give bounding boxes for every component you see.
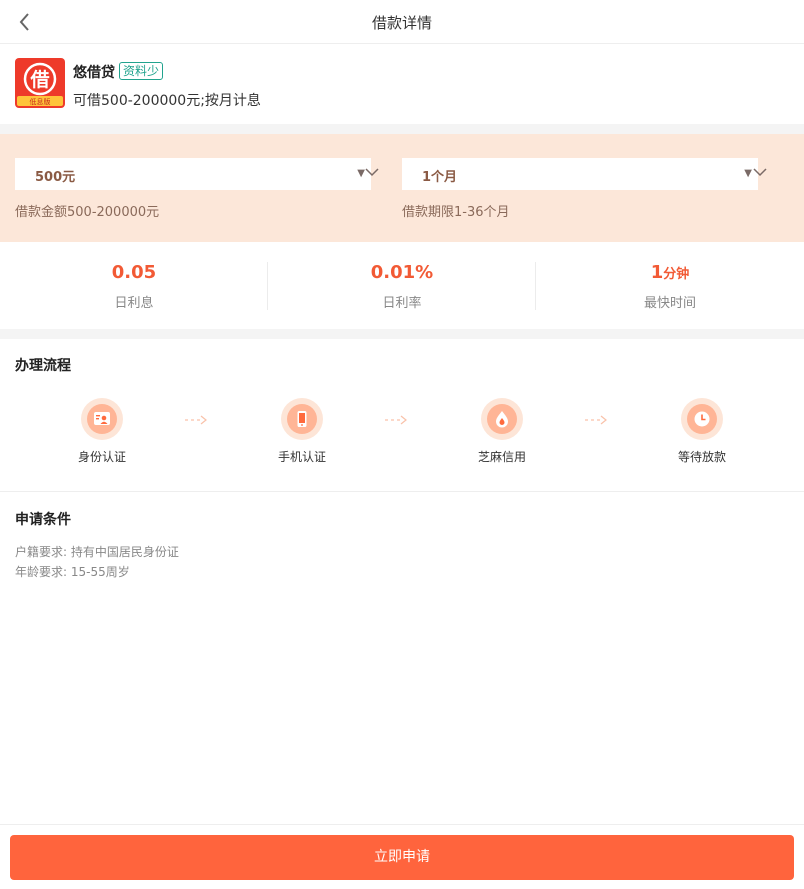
logo-ribbon-text: 低息版: [30, 97, 51, 106]
term-range-label: 借款期限1-36个月: [402, 205, 510, 220]
amount-select-value: 500元: [35, 170, 76, 185]
condition-age: 年龄要求: 15-55周岁: [15, 565, 130, 579]
bottom-bar: 立即申请: [0, 824, 804, 889]
term-select-value: 1个月: [422, 170, 458, 185]
process-step-phone: 手机认证: [242, 398, 362, 465]
id-card-icon: [94, 412, 110, 425]
chevron-down-icon: [365, 168, 379, 177]
stat-label: 日利息: [114, 296, 154, 311]
dashed-arrow-icon: [185, 415, 207, 425]
process-step-label: 手机认证: [277, 450, 326, 464]
dashed-arrow-icon: [385, 415, 407, 425]
stat-unit: 分钟: [663, 267, 690, 282]
nav-bar: 借款详情: [0, 0, 804, 44]
chevron-down-icon: [753, 168, 767, 177]
product-logo-icon: 借 低息版: [15, 58, 65, 108]
process-step-id: 身份认证: [42, 398, 162, 465]
clock-icon: [694, 411, 710, 427]
process-step-wait: 等待放款: [642, 398, 762, 465]
conditions-title: 申请条件: [15, 512, 71, 528]
process-title: 办理流程: [15, 358, 71, 374]
stat-label: 最快时间: [643, 296, 696, 311]
divider: [0, 491, 804, 492]
process-step-label: 等待放款: [677, 450, 726, 464]
stat-daily-rate: 0.01% 日利率: [268, 242, 536, 329]
sesame-credit-icon: [496, 411, 508, 428]
product-name: 悠借贷: [73, 65, 115, 81]
stat-value: 1: [650, 262, 664, 283]
process-step-sesame: 芝麻信用: [442, 398, 562, 465]
amount-range-label: 借款金额500-200000元: [15, 205, 160, 220]
amount-select[interactable]: 500元 ▼: [15, 158, 371, 190]
product-tag-badge: 资料少: [119, 62, 164, 80]
product-header: 借 低息版 悠借贷 资料少 可借500-200000元;按月计息: [0, 44, 804, 124]
dashed-arrow-icon: [585, 415, 607, 425]
stat-daily-interest: 0.05 日利息: [0, 242, 268, 329]
condition-residence: 户籍要求: 持有中国居民身份证: [15, 545, 179, 559]
section-gap: [0, 124, 804, 134]
stats-row: 0.05 日利息 0.01% 日利率 1分钟 最快时间: [0, 242, 804, 329]
stat-value: 0.01%: [370, 262, 434, 283]
stat-value: 0.05: [111, 262, 157, 283]
process-step-label: 身份认证: [77, 450, 126, 464]
apply-button[interactable]: 立即申请: [10, 835, 794, 880]
stat-label: 日利率: [382, 296, 422, 311]
section-gap: [0, 329, 804, 339]
stat-fastest-time: 1分钟 最快时间: [536, 242, 804, 329]
caret-down-icon: ▼: [744, 168, 752, 179]
logo-char: 借: [29, 68, 49, 91]
phone-icon: [297, 411, 307, 427]
page-title: 借款详情: [371, 14, 432, 32]
process-step-label: 芝麻信用: [477, 450, 526, 464]
loan-selectors: 500元 ▼ 借款金额500-200000元 1个月 ▼ 借款期限1-36个月: [0, 134, 804, 242]
term-select[interactable]: 1个月 ▼: [402, 158, 758, 190]
product-description: 可借500-200000元;按月计息: [73, 93, 261, 109]
